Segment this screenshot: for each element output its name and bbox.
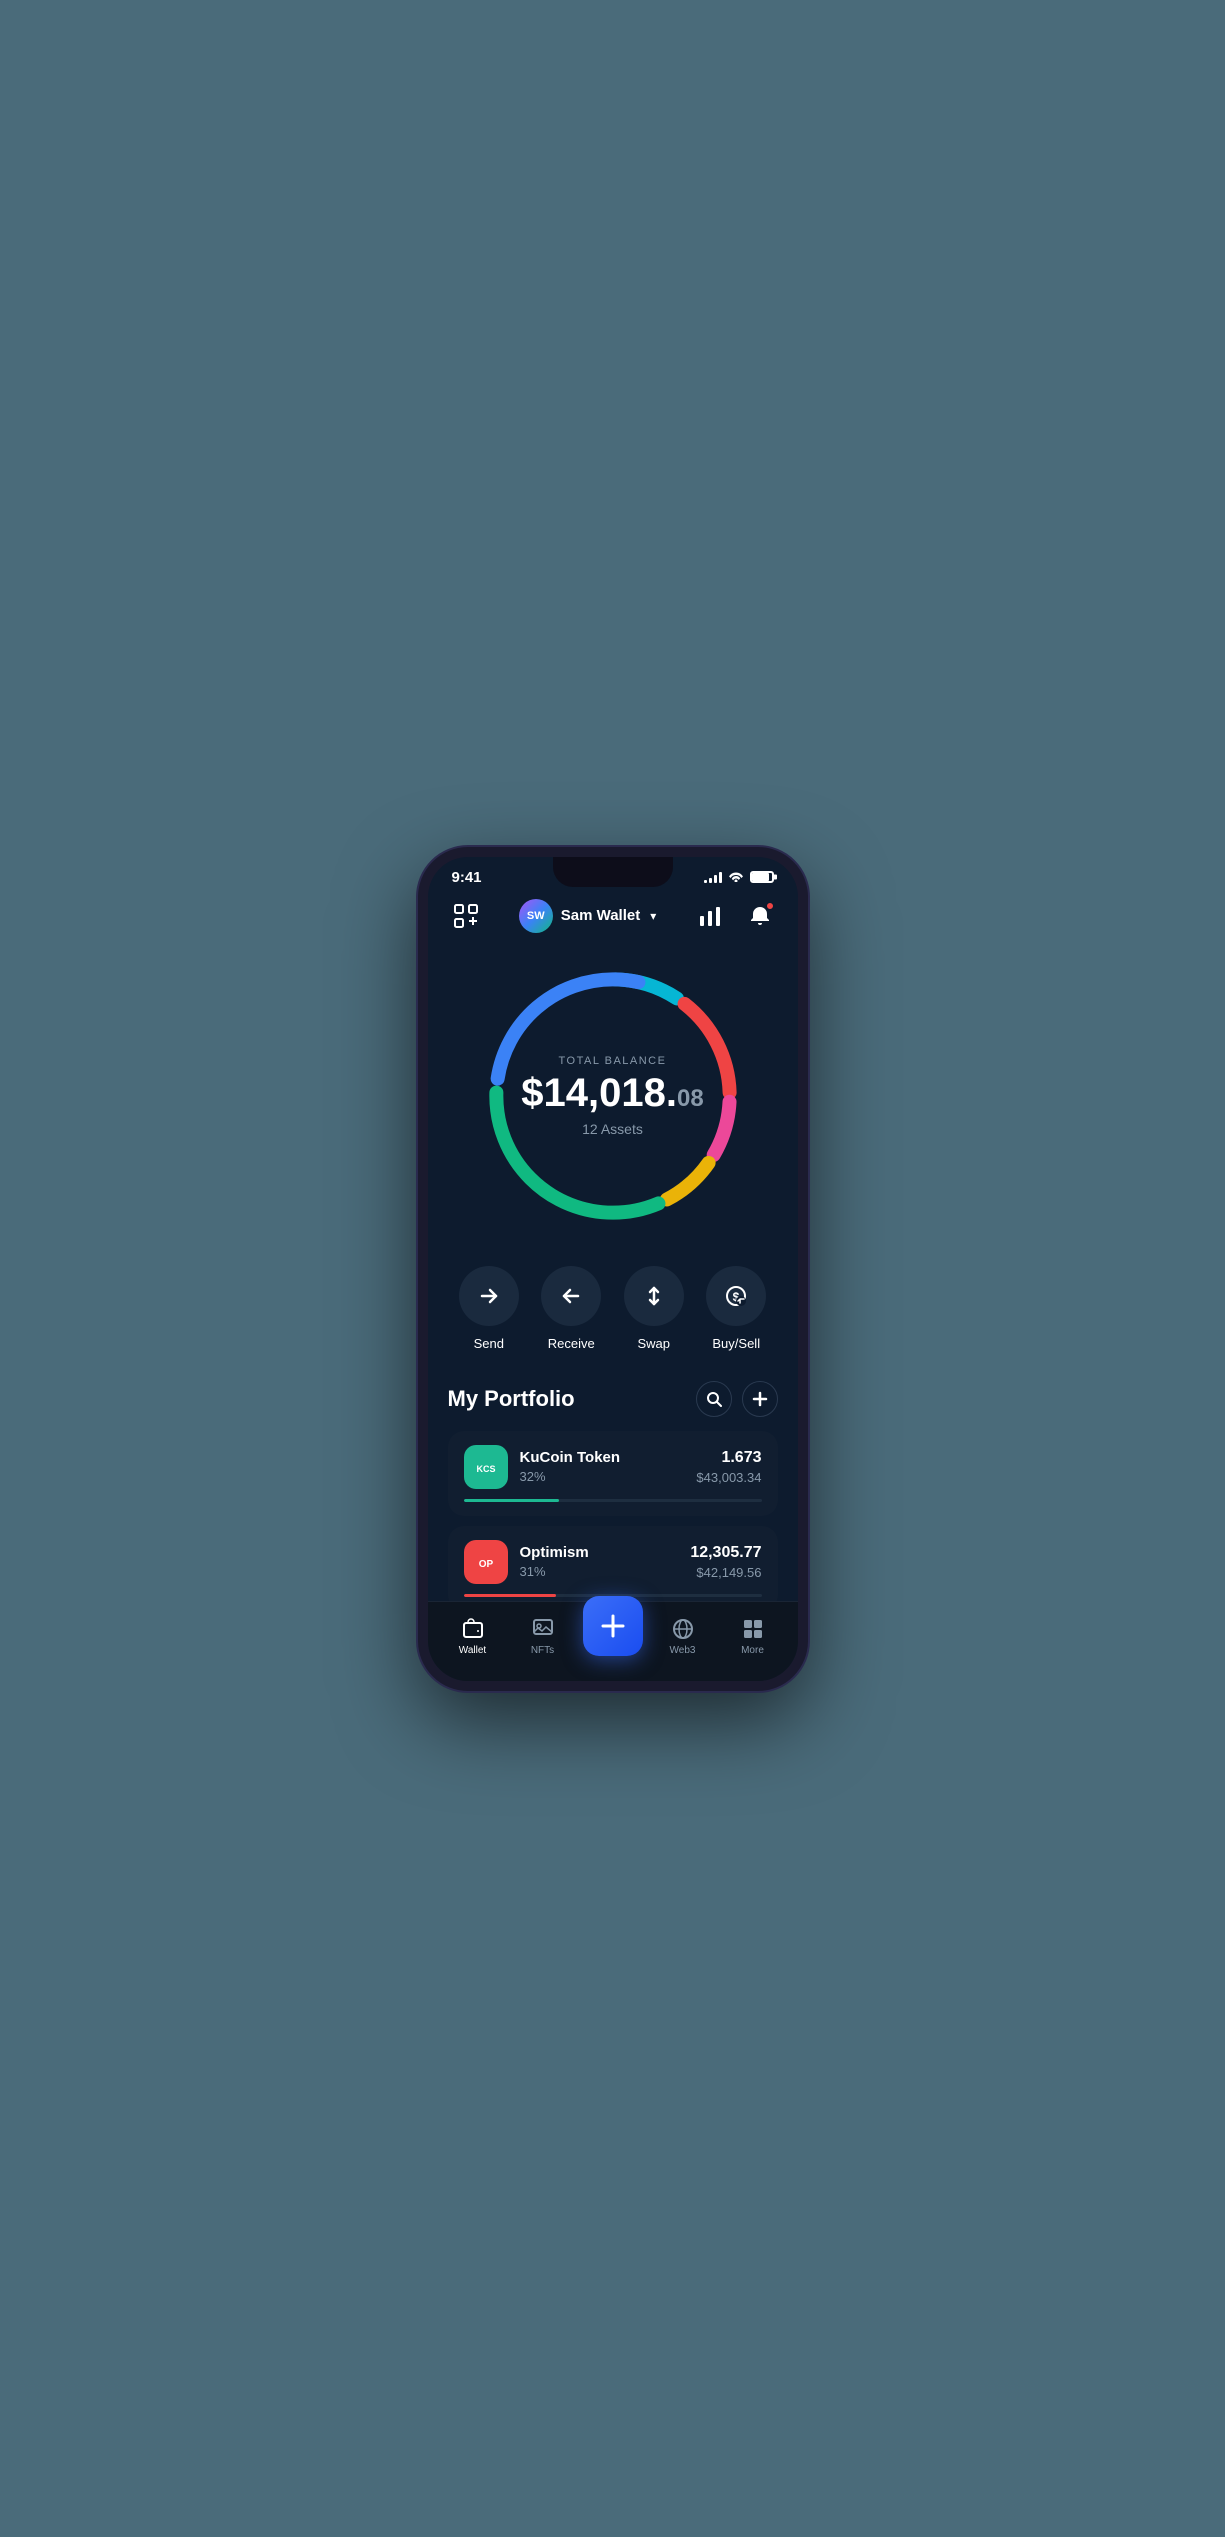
nfts-icon	[531, 1617, 555, 1641]
header-right	[692, 898, 778, 934]
receive-button[interactable]	[541, 1266, 601, 1326]
balance-section: TOTAL BALANCE $14,018.08 12 Assets	[428, 946, 798, 1256]
user-name: Sam Wallet	[561, 907, 640, 924]
optimism-values: 12,305.77 $42,149.56	[690, 1544, 761, 1580]
main-scroll: 9:41	[428, 857, 798, 1601]
kucoin-percent: 32%	[520, 1469, 685, 1484]
swap-button[interactable]	[624, 1266, 684, 1326]
avatar: SW	[519, 899, 553, 933]
kucoin-amount: 1.673	[696, 1449, 761, 1467]
buysell-action[interactable]: $ Buy/Sell	[706, 1266, 766, 1351]
send-button[interactable]	[459, 1266, 519, 1326]
send-action[interactable]: Send	[459, 1266, 519, 1351]
swap-action[interactable]: Swap	[624, 1266, 684, 1351]
status-icons	[704, 870, 774, 885]
add-asset-button[interactable]	[742, 1381, 778, 1417]
portfolio-header: My Portfolio	[448, 1381, 778, 1417]
web3-icon	[671, 1617, 695, 1641]
optimism-logo: OP	[464, 1540, 508, 1584]
kucoin-card[interactable]: KCS KuCoin Token 32% 1.673 $43,003.34	[448, 1431, 778, 1516]
receive-label: Receive	[548, 1336, 595, 1351]
balance-amount: $14,018.08	[521, 1073, 703, 1113]
svg-text:OP: OP	[478, 1559, 493, 1570]
optimism-percent: 31%	[520, 1564, 679, 1579]
status-time: 9:41	[452, 869, 482, 886]
tab-bar: Wallet NFTs	[428, 1601, 798, 1681]
bell-icon[interactable]	[742, 898, 778, 934]
tab-more[interactable]: More	[718, 1617, 788, 1656]
actions-row: Send Receive	[428, 1256, 798, 1371]
kucoin-name: KuCoin Token	[520, 1449, 685, 1466]
nfts-tab-label: NFTs	[531, 1645, 554, 1656]
donut-chart: TOTAL BALANCE $14,018.08 12 Assets	[473, 956, 753, 1236]
scan-icon[interactable]	[448, 898, 484, 934]
buysell-button[interactable]: $	[706, 1266, 766, 1326]
buysell-label: Buy/Sell	[712, 1336, 760, 1351]
portfolio-actions	[696, 1381, 778, 1417]
optimism-info: Optimism 31%	[520, 1544, 679, 1579]
kucoin-progress-bar	[464, 1499, 559, 1502]
kucoin-progress-container	[464, 1499, 762, 1502]
swap-label: Swap	[637, 1336, 670, 1351]
wifi-icon	[728, 870, 744, 885]
signal-icon	[704, 871, 722, 883]
assets-count: 12 Assets	[521, 1121, 703, 1137]
portfolio-section: My Portfolio	[428, 1371, 798, 1601]
kucoin-usd: $43,003.34	[696, 1470, 761, 1485]
tab-nfts[interactable]: NFTs	[508, 1617, 578, 1656]
balance-label: TOTAL BALANCE	[521, 1055, 703, 1067]
web3-tab-label: Web3	[670, 1645, 696, 1656]
optimism-name: Optimism	[520, 1544, 679, 1561]
more-icon	[741, 1617, 765, 1641]
wallet-tab-label: Wallet	[459, 1645, 486, 1656]
center-action-button[interactable]	[583, 1596, 643, 1656]
optimism-progress-bar	[464, 1594, 556, 1597]
notch	[553, 857, 673, 887]
search-button[interactable]	[696, 1381, 732, 1417]
send-label: Send	[474, 1336, 504, 1351]
phone-frame: 9:41	[418, 847, 808, 1691]
balance-display: TOTAL BALANCE $14,018.08 12 Assets	[521, 1055, 703, 1137]
portfolio-title: My Portfolio	[448, 1386, 575, 1412]
tab-wallet[interactable]: Wallet	[438, 1617, 508, 1656]
kucoin-logo: KCS	[464, 1445, 508, 1489]
tab-web3[interactable]: Web3	[648, 1617, 718, 1656]
kucoin-info: KuCoin Token 32%	[520, 1449, 685, 1484]
kucoin-values: 1.673 $43,003.34	[696, 1449, 761, 1485]
wallet-icon	[461, 1617, 485, 1641]
battery-icon	[750, 871, 774, 883]
optimism-usd: $42,149.56	[690, 1565, 761, 1580]
receive-action[interactable]: Receive	[541, 1266, 601, 1351]
chart-icon[interactable]	[692, 898, 728, 934]
chevron-down-icon: ▾	[650, 909, 656, 923]
svg-text:KCS: KCS	[476, 1464, 495, 1474]
header: SW Sam Wallet ▾	[428, 890, 798, 946]
user-profile[interactable]: SW Sam Wallet ▾	[519, 899, 657, 933]
more-tab-label: More	[741, 1645, 764, 1656]
optimism-row: OP Optimism 31% 12,305.77 $42,149.56	[464, 1540, 762, 1584]
notification-badge	[766, 902, 774, 910]
tab-center[interactable]	[578, 1616, 648, 1656]
optimism-amount: 12,305.77	[690, 1544, 761, 1562]
optimism-card[interactable]: OP Optimism 31% 12,305.77 $42,149.56	[448, 1526, 778, 1601]
kucoin-row: KCS KuCoin Token 32% 1.673 $43,003.34	[464, 1445, 762, 1489]
